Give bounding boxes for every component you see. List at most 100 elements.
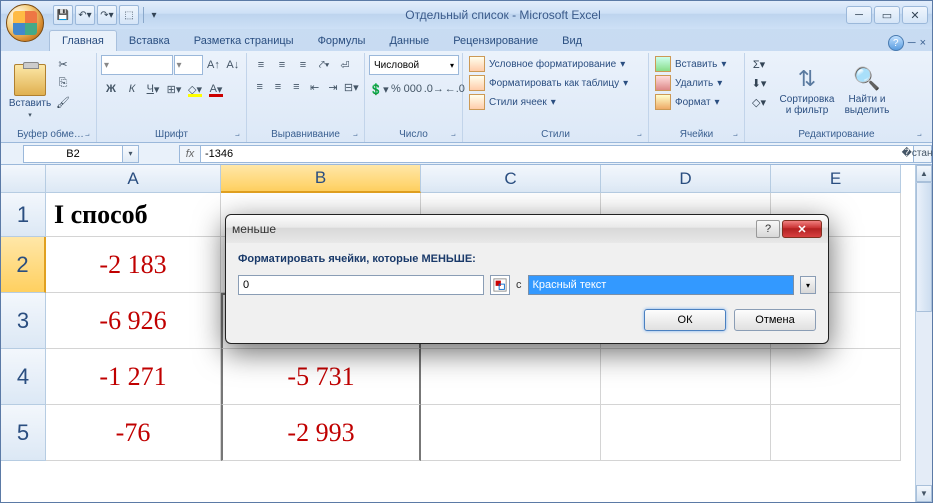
cell-A4[interactable]: -1 271 [46,349,221,405]
range-picker-icon[interactable] [490,275,510,295]
autosum-icon[interactable]: Σ▾ [749,55,769,73]
row-header-5[interactable]: 5 [1,405,46,461]
comma-icon[interactable]: 000 [403,79,423,99]
format-select[interactable]: Красный текст [528,275,795,295]
scroll-down-icon[interactable]: ▼ [916,485,932,502]
fx-button[interactable]: fx [179,145,201,163]
threshold-input[interactable] [238,275,484,295]
font-size-select[interactable]: ▾ [174,55,204,75]
dec-decimal-icon[interactable]: ←.0 [445,79,465,99]
cancel-button[interactable]: Отмена [734,309,816,331]
indent-dec-icon[interactable]: ⇤ [306,77,323,97]
close-button[interactable]: ✕ [902,6,928,24]
percent-icon[interactable]: % [390,79,402,99]
tab-formulas[interactable]: Формулы [306,31,378,51]
tab-data[interactable]: Данные [377,31,441,51]
italic-button[interactable]: К [122,79,142,99]
number-format-select[interactable]: Числовой▾ [369,55,459,75]
cell-D5[interactable] [601,405,771,461]
row-header-1[interactable]: 1 [1,193,46,237]
cell-E5[interactable] [771,405,901,461]
row-header-2[interactable]: 2 [1,237,46,293]
minimize-button[interactable]: ─ [846,6,872,24]
tab-view[interactable]: Вид [550,31,594,51]
copy-icon[interactable]: ⎘ [53,74,73,92]
dialog-help-button[interactable]: ? [756,220,780,238]
indent-inc-icon[interactable]: ⇥ [324,77,341,97]
clear-icon[interactable]: ◇▾ [749,93,769,111]
align-middle-icon[interactable]: ≡ [272,55,292,75]
dialog-close-button[interactable]: ✕ [782,220,822,238]
scroll-up-icon[interactable]: ▲ [916,165,932,182]
align-center-icon[interactable]: ≡ [269,77,286,97]
paste-button[interactable]: Вставить ▾ [9,55,51,127]
delete-cells-button[interactable]: Удалить ▾ [653,74,728,92]
tab-layout[interactable]: Разметка страницы [182,31,306,51]
name-box[interactable]: B2 [23,145,123,163]
cell-A2[interactable]: -2 183 [46,237,221,293]
cell-A3[interactable]: -6 926 [46,293,221,349]
insert-cells-button[interactable]: Вставить ▾ [653,55,728,73]
currency-icon[interactable]: 💲▾ [369,79,389,99]
dialog-titlebar[interactable]: меньше ? ✕ [226,215,828,243]
qat-print-icon[interactable]: ⬚ [119,5,139,25]
bold-button[interactable]: Ж [101,79,121,99]
align-right-icon[interactable]: ≡ [288,77,305,97]
ribbon-close-icon[interactable]: × [920,37,926,49]
grow-font-icon[interactable]: A↑ [204,55,222,75]
cell-D4[interactable] [601,349,771,405]
orientation-icon[interactable]: ⤤▾ [314,55,334,75]
merge-icon[interactable]: ⊟▾ [343,77,360,97]
formula-input[interactable]: -1346 [201,145,914,163]
cell-A1[interactable]: I способ [46,193,221,237]
scroll-thumb[interactable] [916,182,932,312]
col-header-B[interactable]: B [221,165,421,193]
inc-decimal-icon[interactable]: .0→ [424,79,444,99]
help-icon[interactable]: ? [888,35,904,51]
maximize-button[interactable]: ▭ [874,6,900,24]
col-header-E[interactable]: E [771,165,901,193]
col-header-C[interactable]: C [421,165,601,193]
qat-save-icon[interactable]: 💾 [53,5,73,25]
font-name-select[interactable]: ▾ [101,55,173,75]
sort-filter-button[interactable]: ⇅ Сортировка и фильтр [777,55,837,127]
qat-undo-icon[interactable]: ↶▾ [75,5,95,25]
tab-review[interactable]: Рецензирование [441,31,550,51]
select-all-corner[interactable] [1,165,46,193]
tab-insert[interactable]: Вставка [117,31,182,51]
cut-icon[interactable]: ✂ [53,55,73,73]
cell-B4[interactable]: -5 731 [221,349,421,405]
cell-B5[interactable]: -2 993 [221,405,421,461]
vertical-scrollbar[interactable]: ▲ ▼ [915,165,932,502]
find-select-button[interactable]: 🔍 Найти и выделить [839,55,895,127]
format-select-arrow-icon[interactable]: ▾ [800,276,816,294]
col-header-D[interactable]: D [601,165,771,193]
underline-button[interactable]: Ч▾ [143,79,163,99]
name-box-dropdown-icon[interactable]: ▾ [123,145,139,163]
format-cells-button[interactable]: Формат ▾ [653,93,728,111]
fill-color-icon[interactable]: ◇▾ [185,79,205,99]
align-bottom-icon[interactable]: ≡ [293,55,313,75]
office-button[interactable] [6,4,44,42]
row-header-4[interactable]: 4 [1,349,46,405]
cell-C5[interactable] [421,405,601,461]
tab-home[interactable]: Главная [49,30,117,51]
ok-button[interactable]: ОК [644,309,726,331]
border-icon[interactable]: ⊞▾ [164,79,184,99]
formula-expand-icon[interactable]: �станов [914,145,932,163]
qat-redo-icon[interactable]: ↷▾ [97,5,117,25]
shrink-font-icon[interactable]: A↓ [224,55,242,75]
qat-customize-icon[interactable]: ▾ [148,5,160,25]
font-color-icon[interactable]: A▾ [206,79,226,99]
fill-icon[interactable]: ⬇▾ [749,74,769,92]
cell-A5[interactable]: -76 [46,405,221,461]
format-as-table-button[interactable]: Форматировать как таблицу ▾ [467,74,630,92]
cell-styles-button[interactable]: Стили ячеек ▾ [467,93,630,111]
wrap-text-icon[interactable]: ⏎ [335,55,355,75]
ribbon-minimize-icon[interactable]: ─ [908,37,916,49]
conditional-format-button[interactable]: Условное форматирование ▾ [467,55,630,73]
align-left-icon[interactable]: ≡ [251,77,268,97]
col-header-A[interactable]: A [46,165,221,193]
format-painter-icon[interactable]: 🖌 [53,93,73,111]
row-header-3[interactable]: 3 [1,293,46,349]
